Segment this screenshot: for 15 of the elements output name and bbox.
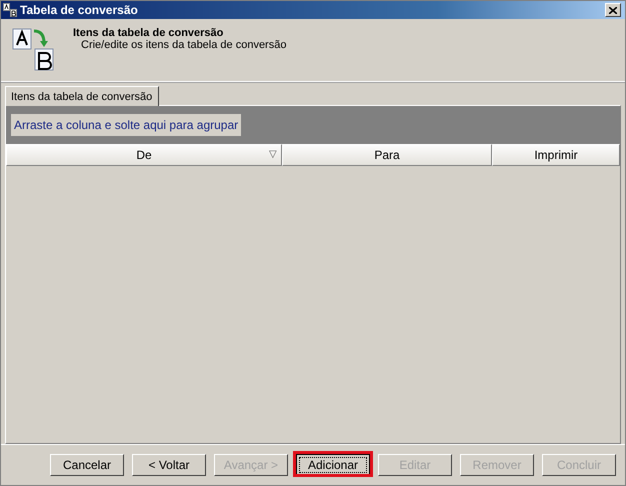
window-title: Tabela de conversão <box>20 3 139 17</box>
header-title: Itens da tabela de conversão <box>73 27 224 39</box>
sort-icon[interactable]: ▽ <box>269 148 277 160</box>
dialog-button[interactable]: < Voltar <box>132 454 206 476</box>
ab-icon <box>3 3 17 17</box>
column-header[interactable]: Para <box>282 144 492 166</box>
tab[interactable]: Itens da tabela de conversão <box>5 86 160 106</box>
header-subtitle: Crie/edite os itens da tabela de conversão <box>80 39 286 51</box>
column-header[interactable]: Imprimir <box>492 144 620 166</box>
dialog-button[interactable]: Cancelar <box>50 454 124 476</box>
group-hint: Arraste a coluna e solte aqui para agrupar <box>11 114 242 136</box>
dialog-button[interactable]: Adicionar <box>296 454 370 476</box>
close-icon <box>609 6 617 14</box>
column-header[interactable]: De ▽ <box>6 144 282 166</box>
close-button[interactable] <box>605 3 621 17</box>
